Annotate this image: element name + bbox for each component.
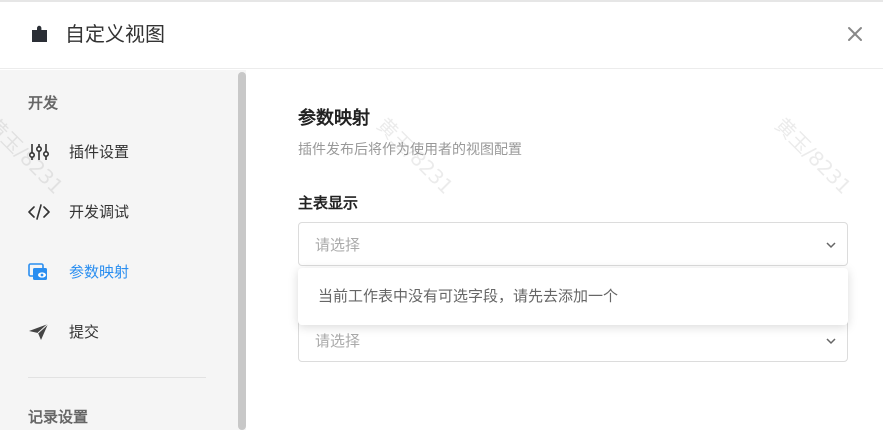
select-placeholder: 请选择 [315, 236, 361, 254]
chevron-down-icon [826, 242, 836, 249]
page-subtitle: 插件发布后将作为使用者的视图配置 [298, 142, 522, 158]
sidebar-item-dev-debug[interactable]: 开发调试 [28, 197, 228, 227]
sidebar-item-label: 参数映射 [69, 263, 130, 281]
dialog-header: 自定义视图 [0, 2, 883, 69]
view-mapping-icon [28, 263, 47, 280]
dropdown-empty-message: 当前工作表中没有可选字段，请先去添加一个 [318, 287, 619, 305]
puzzle-icon [32, 25, 47, 42]
sidebar-item-submit[interactable]: 提交 [28, 317, 228, 347]
main-table-display-select[interactable]: 请选择 [298, 222, 848, 266]
sidebar-scrollbar[interactable] [238, 72, 246, 430]
sidebar: 开发 插件设置 开发调试 参数映射 提交 记录设置 [0, 70, 246, 430]
sidebar-item-label: 开发调试 [69, 203, 130, 221]
sidebar-item-param-mapping[interactable]: 参数映射 [28, 257, 228, 287]
sidebar-item-plugin-settings[interactable]: 插件设置 [28, 137, 228, 167]
sidebar-section-record-settings: 记录设置 [28, 408, 89, 426]
main-table-display-label: 主表显示 [298, 194, 359, 212]
sidebar-item-label: 提交 [69, 323, 100, 341]
send-icon [29, 323, 49, 340]
close-icon[interactable] [845, 24, 865, 44]
select-placeholder: 请选择 [315, 332, 361, 350]
dialog-title: 自定义视图 [65, 22, 165, 46]
main-panel: 参数映射 插件发布后将作为使用者的视图配置 主表显示 请选择 请选择 当前工作表… [246, 70, 883, 430]
sidebar-divider [28, 377, 206, 378]
select-dropdown-menu: 当前工作表中没有可选字段，请先去添加一个 [298, 268, 848, 325]
page-title: 参数映射 [298, 108, 370, 129]
sidebar-item-label: 插件设置 [69, 143, 130, 161]
sidebar-section-develop: 开发 [28, 94, 59, 112]
chevron-down-icon [826, 338, 836, 345]
sliders-icon [28, 144, 50, 160]
code-icon [28, 204, 50, 220]
